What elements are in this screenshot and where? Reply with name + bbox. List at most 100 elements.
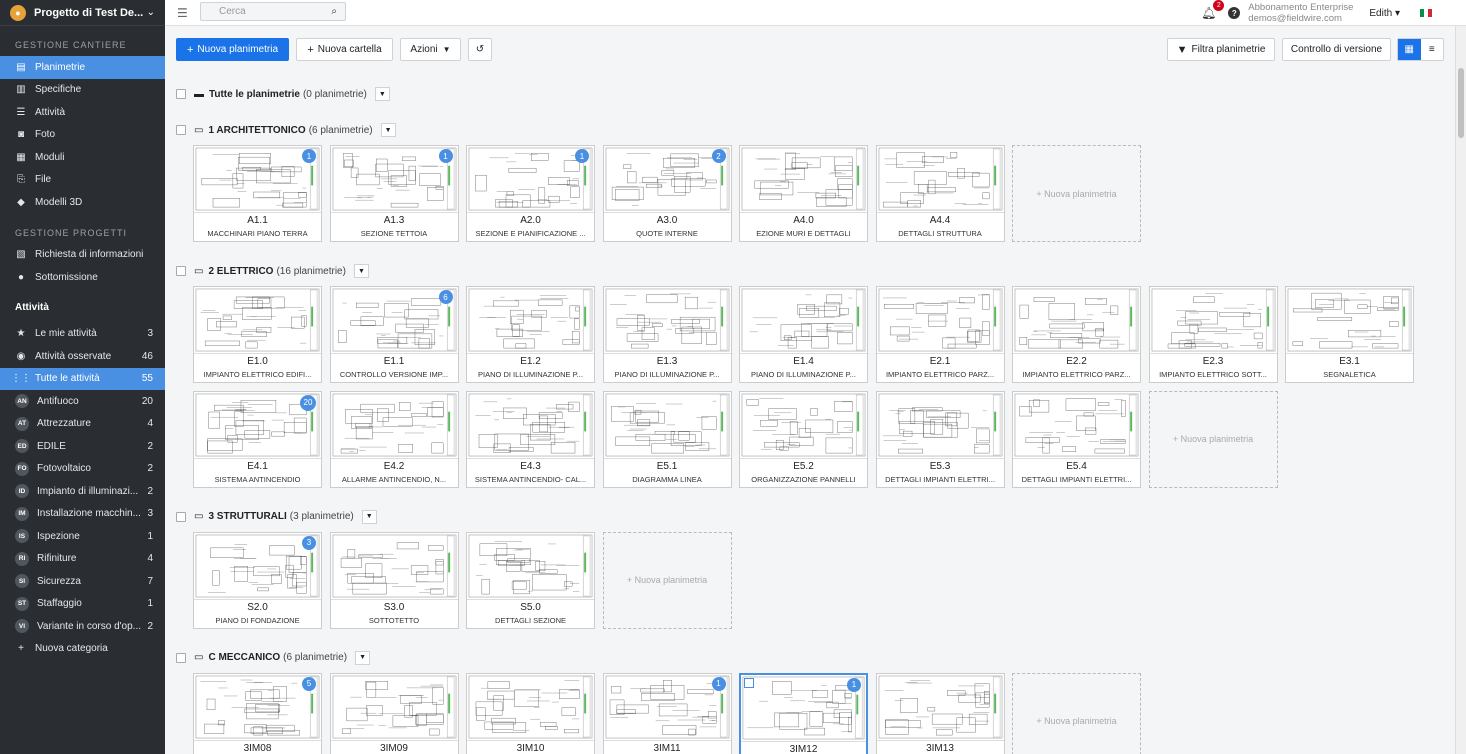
- plan-card[interactable]: 1 3IM12: [739, 672, 868, 754]
- plan-card[interactable]: E2.1 IMPIANTO ELETTRICO PARZ...: [875, 286, 1005, 383]
- scrollbar-thumb[interactable]: [1458, 68, 1464, 138]
- folder-row[interactable]: ▭ 1 ARCHITETTONICO (6 planimetrie) ▼: [176, 122, 396, 138]
- sidebar-item-tutte-le-attivit-[interactable]: ⋮⋮ Tutte le attività 55: [0, 367, 165, 390]
- search-input[interactable]: Cerca ⌕: [200, 2, 346, 21]
- actions-dropdown[interactable]: Azioni ▼: [400, 38, 461, 61]
- sidebar-category-item[interactable]: FO Fotovoltaico 2: [0, 458, 165, 481]
- folder-row[interactable]: ▭ 3 STRUTTURALI (3 planimetrie) ▼: [176, 509, 377, 525]
- folder-checkbox[interactable]: [176, 89, 186, 99]
- folder-checkbox[interactable]: [176, 652, 186, 663]
- plans-icon: ▤: [16, 61, 26, 73]
- folder-menu-button[interactable]: ▼: [361, 509, 377, 524]
- plan-code: E5.3: [929, 460, 951, 472]
- sidebar-item-attivit-[interactable]: ☰ Attività: [0, 101, 165, 124]
- folder-checkbox[interactable]: [176, 266, 186, 276]
- sidebar-item-label: Planimetrie: [35, 61, 86, 73]
- plan-card[interactable]: 3 S2.0 PIANO DI FONDAZIONE: [193, 531, 322, 629]
- new-plan-card[interactable]: + Nuova planimetria: [1012, 672, 1141, 754]
- plan-thumbnail: [876, 673, 1004, 741]
- history-button[interactable]: ↺: [468, 38, 492, 61]
- plan-card[interactable]: 1 3IM11: [602, 672, 732, 754]
- plan-checkbox[interactable]: [744, 677, 754, 688]
- plan-card[interactable]: 3IM13: [875, 672, 1005, 754]
- sidebar-item-moduli[interactable]: ▦ Moduli: [0, 146, 165, 169]
- sidebar-item-attivit-osservate[interactable]: ◉ Attività osservate 46: [0, 345, 165, 368]
- plan-card[interactable]: 20 E4.1 SISTEMA ANTINCENDIO: [193, 390, 322, 488]
- list-view-icon[interactable]: ≡: [1421, 39, 1444, 60]
- user-menu[interactable]: Edith ▾: [1369, 8, 1400, 19]
- sidebar-item-sottomissione[interactable]: ● Sottomissione: [0, 266, 165, 289]
- sidebar-category-item[interactable]: RI Rifiniture 4: [0, 548, 165, 571]
- plan-card[interactable]: E5.1 DIAGRAMMA LINEA: [602, 390, 732, 488]
- new-plan-button[interactable]: + Nuova planimetria: [176, 38, 289, 61]
- plan-card[interactable]: E5.4 DETTAGLI IMPIANTI ELETTRI...: [1012, 390, 1141, 488]
- grid-view-icon[interactable]: ▦: [1398, 39, 1421, 60]
- sidebar-item-modelli-3d[interactable]: ◆ Modelli 3D: [0, 191, 165, 214]
- plan-card[interactable]: A4.4 DETTAGLI STRUTTURA: [875, 145, 1005, 242]
- new-plan-card[interactable]: + Nuova planimetria: [602, 531, 732, 629]
- sidebar-category-item[interactable]: AN Antifuoco 20: [0, 390, 165, 413]
- plan-card[interactable]: E2.3 IMPIANTO ELETTRICO SOTT...: [1148, 286, 1278, 383]
- sidebar-category-item[interactable]: AT Attrezzature 4: [0, 413, 165, 436]
- plan-card[interactable]: E1.4 PIANO DI ILLUMINAZIONE P...: [739, 286, 868, 383]
- plan-card[interactable]: 1 A1.3 SEZIONE TETTOIA: [329, 145, 459, 242]
- sidebar-category-item[interactable]: ED EDILE 2: [0, 435, 165, 458]
- sidebar-category-item[interactable]: SI Sicurezza 7: [0, 570, 165, 593]
- new-folder-button[interactable]: + Nuova cartella: [296, 38, 393, 61]
- menu-icon[interactable]: ☰: [177, 6, 188, 20]
- scrollbar[interactable]: [1455, 26, 1466, 754]
- plan-card[interactable]: E5.3 DETTAGLI IMPIANTI ELETTRI...: [875, 390, 1005, 488]
- sidebar-category-item[interactable]: IS Ispezione 1: [0, 525, 165, 548]
- folder-name: 3 STRUTTURALI: [208, 511, 287, 522]
- folder-checkbox[interactable]: [176, 511, 186, 522]
- plan-card[interactable]: E1.2 PIANO DI ILLUMINAZIONE P...: [466, 286, 595, 383]
- sidebar-category-item[interactable]: ST Staffaggio 1: [0, 593, 165, 616]
- sidebar-item-richiesta-di-informazioni[interactable]: ▧ Richiesta di informazioni: [0, 244, 165, 267]
- specs-icon: ▥: [16, 84, 26, 96]
- plan-card[interactable]: E5.2 ORGANIZZAZIONE PANNELLI: [739, 390, 868, 488]
- plan-card[interactable]: 2 A3.0 QUOTE INTERNE: [602, 145, 732, 242]
- plan-card[interactable]: A4.0 EZIONE MURI E DETTAGLI: [739, 145, 868, 242]
- sidebar-item-foto[interactable]: ◙ Foto: [0, 124, 165, 147]
- search-icon[interactable]: ⌕: [331, 6, 337, 17]
- plan-card[interactable]: 5 3IM08: [193, 672, 322, 754]
- new-plan-card[interactable]: + Nuova planimetria: [1148, 390, 1278, 488]
- sidebar-category-item[interactable]: ID Impianto di illuminazi... 2: [0, 480, 165, 503]
- plan-card[interactable]: E2.2 IMPIANTO ELETTRICO PARZ...: [1012, 286, 1141, 383]
- filter-plans-button[interactable]: ▼ Filtra planimetrie: [1167, 38, 1275, 61]
- folder-row[interactable]: ▭ 2 ELETTRICO (16 planimetrie) ▼: [176, 263, 369, 279]
- plan-card[interactable]: E1.3 PIANO DI ILLUMINAZIONE P...: [602, 286, 732, 383]
- folder-menu-button[interactable]: ▼: [355, 650, 371, 665]
- plan-card[interactable]: 1 A1.1 MACCHINARI PIANO TERRA: [193, 145, 322, 242]
- plan-card[interactable]: 6 E1.1 CONTROLLO VERSIONE IMP...: [329, 286, 459, 383]
- project-switcher[interactable]: ● Progetto di Test De... ⌄: [0, 0, 165, 26]
- sidebar-category-item[interactable]: IM Installazione macchin... 3: [0, 503, 165, 526]
- notifications-button[interactable]: 🔔︎ 2: [1201, 0, 1225, 20]
- version-control-button[interactable]: Controllo di versione: [1282, 38, 1391, 61]
- plan-card[interactable]: S5.0 DETTAGLI SEZIONE: [466, 531, 595, 629]
- help-icon[interactable]: ?: [1228, 7, 1241, 19]
- sidebar-item-specifiche[interactable]: ▥ Specifiche: [0, 79, 165, 102]
- new-plan-card[interactable]: + Nuova planimetria: [1012, 145, 1141, 242]
- plan-card[interactable]: S3.0 SOTTOTETTO: [329, 531, 459, 629]
- plan-card[interactable]: E4.3 SISTEMA ANTINCENDIO- CAL...: [466, 390, 595, 488]
- sidebar-category-item[interactable]: VI Variante in corso d'op... 2: [0, 615, 165, 638]
- plan-card[interactable]: 3IM09: [329, 672, 459, 754]
- new-category-button[interactable]: + Nuova categoria: [0, 638, 165, 661]
- italian-flag-icon[interactable]: [1420, 9, 1432, 17]
- sidebar-item-file[interactable]: ⎘ File: [0, 169, 165, 192]
- sidebar-item-le-mie-attivit-[interactable]: ★ Le mie attività 3: [0, 323, 165, 346]
- plan-card[interactable]: E3.1 SEGNALETICA: [1285, 286, 1414, 383]
- folder-menu-button[interactable]: ▼: [353, 264, 369, 278]
- plan-card[interactable]: E1.0 IMPIANTO ELETTRICO EDIFI...: [193, 286, 322, 383]
- folder-checkbox[interactable]: [176, 125, 186, 135]
- folder-menu-button[interactable]: ▼: [374, 87, 390, 101]
- folder-menu-button[interactable]: ▼: [380, 123, 396, 137]
- plan-card[interactable]: 3IM10: [466, 672, 595, 754]
- category-count: 3: [147, 508, 153, 520]
- sidebar-item-planimetrie[interactable]: ▤ Planimetrie: [0, 56, 165, 79]
- folder-row[interactable]: ▭ C MECCANICO (6 planimetrie) ▼: [176, 650, 371, 666]
- plan-card[interactable]: 1 A2.0 SEZIONE E PIANIFICAZIONE ...: [466, 145, 595, 242]
- folder-row[interactable]: ▬ Tutte le planimetrie (0 planimetrie) ▼: [176, 86, 390, 102]
- plan-card[interactable]: E4.2 ALLARME ANTINCENDIO, N...: [329, 390, 459, 488]
